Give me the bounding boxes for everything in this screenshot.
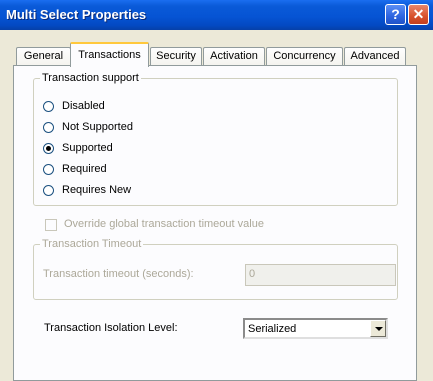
- tab-label: Transactions: [78, 49, 141, 61]
- transaction-timeout-group: Transaction Timeout Transaction timeout …: [33, 238, 398, 300]
- radio-label: Supported: [62, 142, 113, 154]
- isolation-level-label: Transaction Isolation Level:: [44, 322, 178, 334]
- dialog-body: General Transactions Security Activation…: [0, 30, 430, 381]
- radio-button[interactable]: [43, 185, 54, 196]
- tab-transactions[interactable]: Transactions: [70, 42, 149, 67]
- tab-concurrency[interactable]: Concurrency: [266, 47, 343, 66]
- chevron-down-icon[interactable]: [370, 320, 386, 337]
- close-button[interactable]: ✕: [408, 4, 429, 25]
- radio-button[interactable]: [43, 122, 54, 133]
- override-timeout-checkbox[interactable]: [45, 219, 57, 231]
- properties-dialog: Multi Select Properties ? ✕ General Tran…: [0, 0, 433, 381]
- window-title: Multi Select Properties: [6, 7, 147, 22]
- transaction-support-legend: Transaction support: [40, 72, 141, 84]
- tab-advanced[interactable]: Advanced: [344, 47, 406, 66]
- tab-general[interactable]: General: [16, 47, 71, 66]
- timeout-seconds-input[interactable]: 0: [245, 264, 396, 286]
- tab-label: Activation: [210, 50, 258, 62]
- timeout-seconds-label: Transaction timeout (seconds):: [43, 268, 194, 280]
- close-icon: ✕: [412, 6, 425, 22]
- tab-label: General: [23, 50, 64, 62]
- tab-label: Security: [156, 50, 196, 62]
- transactions-tab-panel: Transaction support Disabled Not Support…: [13, 65, 417, 381]
- radio-label: Requires New: [62, 184, 132, 196]
- isolation-level-dropdown[interactable]: Serialized: [243, 318, 388, 339]
- radio-button[interactable]: [43, 164, 54, 175]
- tab-label: Concurrency: [273, 50, 336, 62]
- radio-label: Disabled: [62, 100, 105, 112]
- help-icon: ?: [391, 6, 400, 22]
- timeout-seconds-value: 0: [249, 268, 256, 280]
- radio-button[interactable]: [43, 101, 54, 112]
- help-button[interactable]: ?: [385, 4, 406, 25]
- title-bar[interactable]: Multi Select Properties ? ✕: [0, 0, 433, 30]
- tab-security[interactable]: Security: [150, 47, 202, 66]
- tab-activation[interactable]: Activation: [203, 47, 265, 66]
- transaction-support-group: Transaction support Disabled Not Support…: [33, 72, 398, 206]
- tab-label: Advanced: [350, 50, 400, 62]
- isolation-level-value: Serialized: [248, 323, 297, 335]
- override-timeout-label: Override global transaction timeout valu…: [64, 218, 264, 230]
- transaction-timeout-legend: Transaction Timeout: [40, 238, 144, 250]
- radio-label: Not Supported: [62, 121, 133, 133]
- radio-button-selected[interactable]: [43, 143, 54, 154]
- radio-label: Required: [62, 163, 107, 175]
